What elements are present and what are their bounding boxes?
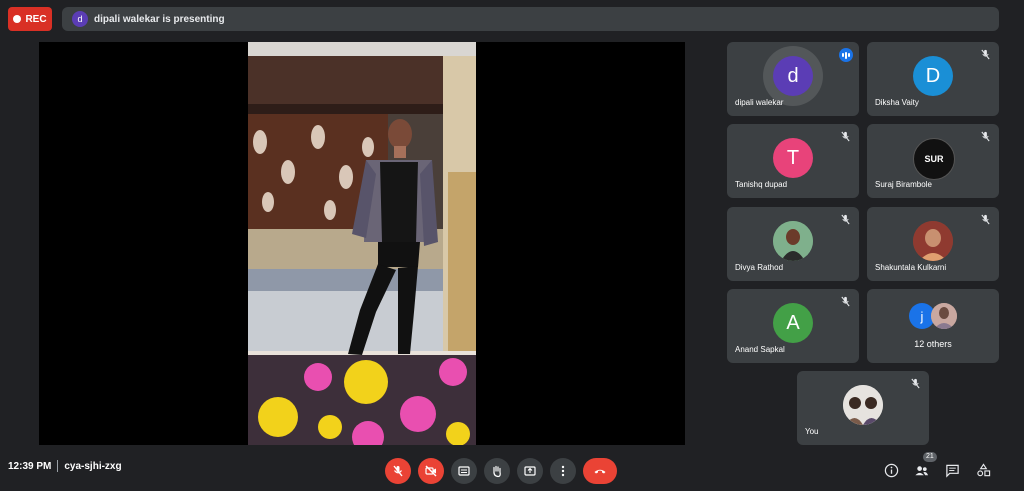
mic-off-icon [980,131,991,142]
activities-icon [976,462,990,476]
participant-name: Divya Rathod [735,263,784,272]
participant-name: You [805,427,819,436]
present-screen-icon [524,466,536,476]
meeting-info: 12:39 PM cya-sjhi-zxg [8,460,122,472]
self-tile[interactable]: You [797,371,929,445]
more-options-button[interactable] [550,458,576,484]
presentation-stage [39,42,685,445]
participant-tile[interactable]: Shakuntala Kulkarni [867,207,999,281]
participant-name: Suraj Birambole [875,180,932,189]
dance-video-frame [248,42,476,445]
speaking-indicator-icon [839,48,853,62]
divider [57,460,59,472]
avatar: d [773,56,813,96]
participants-count-badge: 21 [923,452,937,462]
presenter-avatar: d [72,11,88,27]
camera-off-icon [425,465,437,477]
avatar: A [773,303,813,343]
mic-off-icon [910,378,921,389]
avatar-photo [773,221,813,261]
present-button[interactable] [517,458,543,484]
captions-icon [458,466,470,476]
info-icon [884,463,898,477]
mic-off-icon [393,465,403,477]
mic-off-icon [980,49,991,60]
participant-name: dipali walekar [735,98,784,107]
participant-tile[interactable]: D Diksha Vaity [867,42,999,116]
recording-badge: REC [8,7,52,31]
chat-button[interactable] [944,462,960,478]
avatar: SUR [913,138,955,180]
participant-tile[interactable]: Divya Rathod [727,207,859,281]
participant-name: Diksha Vaity [875,98,919,107]
raise-hand-icon [493,465,501,478]
captions-button[interactable] [451,458,477,484]
participant-name: Shakuntala Kulkarni [875,263,947,272]
more-vert-icon [561,465,565,477]
avatar-photo [913,221,953,261]
avatar: D [913,56,953,96]
presenting-text: dipali walekar is presenting [94,13,225,25]
activities-button[interactable] [975,462,991,478]
raise-hand-button[interactable] [484,458,510,484]
participants-button[interactable] [913,462,929,478]
participant-tile[interactable]: A Anand Sapkal [727,289,859,363]
mic-toggle-button[interactable] [385,458,411,484]
hang-up-icon [594,469,606,474]
participant-tile[interactable]: d dipali walekar [727,42,859,116]
meeting-details-button[interactable] [883,462,899,478]
others-tile[interactable]: j 12 others [867,289,999,363]
participant-tile[interactable]: SUR Suraj Birambole [867,124,999,198]
others-count-label: 12 others [914,339,952,349]
chat-icon [945,464,959,478]
meeting-code: cya-sjhi-zxg [64,460,122,472]
people-icon [914,465,928,475]
shared-video [248,42,476,445]
mic-off-icon [840,131,851,142]
leave-call-button[interactable] [583,458,617,484]
presenting-banner: d dipali walekar is presenting [62,7,999,31]
avatar-photo [843,385,883,425]
participant-name: Anand Sapkal [735,345,785,354]
camera-toggle-button[interactable] [418,458,444,484]
recording-dot-icon [13,15,22,23]
participant-name: Tanishq dupad [735,180,788,189]
avatar-photo [931,303,957,329]
avatar-logo-text: SUR [924,154,944,164]
others-avatars: j [909,303,961,329]
mic-off-icon [980,214,991,225]
participant-tile[interactable]: T Tanishq dupad [727,124,859,198]
meeting-time: 12:39 PM [8,460,52,472]
mic-off-icon [840,214,851,225]
mic-off-icon [840,296,851,307]
recording-label: REC [25,13,47,25]
avatar: T [773,138,813,178]
